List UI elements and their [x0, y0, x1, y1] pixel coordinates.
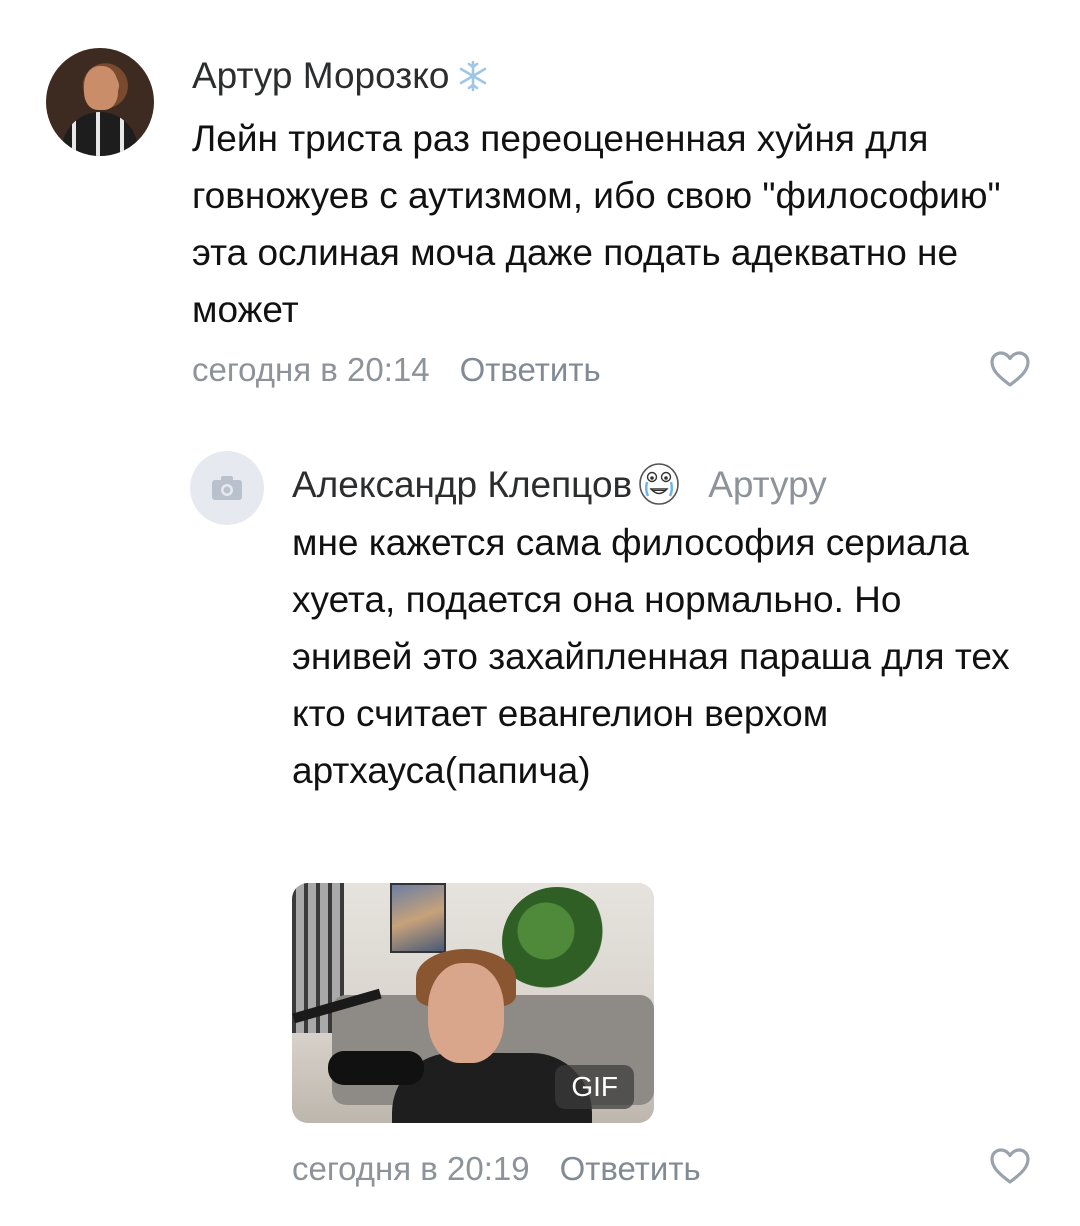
avatar-shirt: [62, 112, 138, 156]
comment-meta: сегодня в 20:14 Ответить: [192, 348, 601, 392]
gif-plant: [502, 887, 612, 997]
camera-icon: [212, 476, 242, 500]
heart-icon[interactable]: [988, 1146, 1032, 1186]
reply-meta: сегодня в 20:19 Ответить: [292, 1147, 701, 1191]
reply-button[interactable]: Ответить: [560, 1150, 701, 1187]
gif-poster: [390, 883, 446, 953]
gif-person-face: [428, 963, 504, 1063]
reply-button[interactable]: Ответить: [460, 351, 601, 388]
avatar[interactable]: [46, 48, 154, 156]
reply-time: сегодня в 20:19: [292, 1150, 530, 1187]
reply-author-row: Александр Клепцов Артуру: [292, 460, 827, 509]
comment-author-row: Артур Морозко: [192, 52, 491, 100]
heart-icon[interactable]: [988, 349, 1032, 389]
gif-badge: GIF: [555, 1065, 634, 1109]
snowflake-icon: [460, 60, 487, 92]
avatar-placeholder[interactable]: [190, 451, 264, 525]
reply-text: мне кажется сама философия сериала хуета…: [292, 522, 1010, 791]
crying-face-icon: [639, 463, 679, 505]
comment-time: сегодня в 20:14: [192, 351, 430, 388]
comment-author-name[interactable]: Артур Морозко: [192, 55, 449, 96]
comment-text: Лейн триста раз переоцененная хуйня для …: [192, 118, 1001, 330]
gif-attachment[interactable]: GIF: [292, 883, 654, 1123]
reply-author-name[interactable]: Александр Клепцов: [292, 464, 632, 505]
gif-microphone: [328, 1051, 424, 1085]
reply-to-link[interactable]: Артуру: [708, 464, 827, 505]
avatar-face: [84, 66, 118, 110]
